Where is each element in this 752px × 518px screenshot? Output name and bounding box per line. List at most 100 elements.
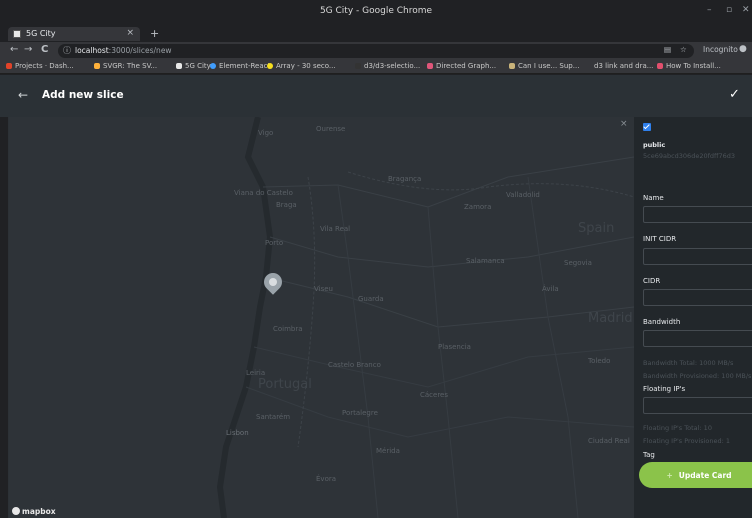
browser-toolbar: ← → C ⓘ localhost:3000/slices/new ▤ ☆ In… — [0, 42, 752, 60]
new-tab-button[interactable]: + — [150, 27, 159, 40]
bookmark-favicon-icon — [94, 63, 100, 69]
bookmark-favicon-icon — [210, 63, 216, 69]
bookmark-favicon-icon — [176, 63, 182, 69]
map-label: Guarda — [358, 295, 384, 303]
title-bar: 5G City - Google Chrome – ▫ ✕ — [0, 0, 752, 26]
forward-icon[interactable]: → — [24, 44, 32, 55]
bookmark-item[interactable]: Directed Graph... — [427, 62, 496, 70]
map-view[interactable]: × Vigo Ourense Braga Viana do Castelo Br… — [8, 117, 634, 518]
map-label: Segovia — [564, 259, 592, 267]
cidr-label: CIDR — [643, 277, 661, 285]
tab-close-icon[interactable]: × — [126, 28, 134, 38]
tag-label: Tag — [643, 451, 655, 459]
map-label: Vigo — [258, 129, 274, 137]
map-label: Portugal — [258, 377, 312, 392]
map-label: Madrid — [588, 311, 633, 326]
bookmark-item[interactable]: 5G City — [176, 62, 211, 70]
map-label: Braga — [276, 201, 297, 209]
map-label: Viana do Castelo — [234, 189, 293, 197]
site-info-icon[interactable]: ⓘ — [63, 45, 71, 56]
floating-ips-provisioned: Floating IP's Provisioned: 1 — [643, 437, 731, 445]
browser-window: 5G City - Google Chrome – ▫ ✕ 5G City × … — [0, 0, 752, 518]
url-path: :3000/slices/new — [108, 46, 172, 55]
back-icon[interactable]: ← — [10, 44, 18, 55]
slice-form-panel: public 5ce69abcd306de20fdff76d3 Name INI… — [634, 117, 752, 518]
floating-ips-field[interactable] — [643, 397, 752, 419]
back-arrow-icon[interactable]: ← — [18, 88, 28, 102]
page-title: Add new slice — [42, 89, 124, 101]
floating-ips-total: Floating IP's Total: 10 — [643, 424, 712, 432]
map-label: Toledo — [588, 357, 611, 365]
bookmark-item[interactable]: Can I use... Sup... — [509, 62, 579, 70]
bookmark-item[interactable]: d3 link and dra... — [594, 62, 653, 70]
public-checkbox[interactable] — [643, 123, 651, 131]
mapbox-logo-icon — [12, 507, 20, 515]
bookmark-item[interactable]: SVGR: The SV... — [94, 62, 157, 70]
init-cidr-field[interactable] — [643, 248, 752, 270]
slice-id-value: 5ce69abcd306de20fdff76d3 — [643, 152, 736, 160]
map-label: Castelo Branco — [328, 361, 381, 369]
map-label: Ciudad Real — [588, 437, 630, 445]
floating-ips-input[interactable] — [644, 403, 752, 419]
mapbox-attribution[interactable]: mapbox — [12, 507, 56, 516]
translate-icon[interactable]: ▤ — [664, 45, 671, 54]
map-label: Vila Real — [320, 225, 351, 233]
map-label: Plasencia — [438, 343, 471, 351]
bandwidth-total: Bandwidth Total: 1000 MB/s — [643, 359, 734, 367]
close-window-icon[interactable]: ✕ — [742, 5, 750, 15]
name-input[interactable] — [644, 212, 752, 228]
url-host: localhost — [75, 46, 109, 55]
init-cidr-input[interactable] — [644, 254, 752, 270]
address-url: localhost:3000/slices/new — [75, 46, 172, 55]
map-close-icon[interactable]: × — [620, 119, 628, 129]
incognito-icon[interactable]: ● — [739, 44, 747, 54]
map-label: Bragança — [388, 175, 422, 183]
init-cidr-label: INIT CIDR — [643, 235, 677, 243]
bookmark-favicon-icon — [6, 63, 12, 69]
map-label: Porto — [265, 239, 284, 247]
update-card-button[interactable]: + Update Card — [639, 462, 752, 488]
bandwidth-input[interactable] — [644, 336, 752, 352]
map-label: Portalegre — [342, 409, 378, 417]
map-label: Mérida — [376, 447, 400, 455]
tab-title: 5G City — [26, 29, 56, 38]
app-header: ← Add new slice ✓ — [0, 75, 752, 117]
bookmark-star-icon[interactable]: ☆ — [680, 45, 687, 54]
address-bar[interactable]: ⓘ localhost:3000/slices/new — [58, 44, 694, 58]
plus-icon: + — [666, 470, 673, 480]
bandwidth-field[interactable] — [643, 330, 752, 352]
cidr-field[interactable] — [643, 289, 752, 311]
map-roads — [8, 117, 634, 518]
bookmark-favicon-icon — [267, 63, 273, 69]
map-label: Cáceres — [420, 391, 449, 399]
bookmark-favicon-icon — [657, 63, 663, 69]
confirm-check-icon[interactable]: ✓ — [729, 87, 740, 102]
map-label: Évora — [316, 475, 337, 483]
bookmark-item[interactable]: Array - 30 seco... — [267, 62, 336, 70]
bookmarks-bar: Projects · Dash... SVGR: The SV... 5G Ci… — [0, 60, 752, 74]
bookmark-item[interactable]: Projects · Dash... — [6, 62, 74, 70]
cidr-input[interactable] — [644, 295, 752, 311]
public-label: public — [643, 141, 666, 149]
map-label: Valladolid — [506, 191, 540, 199]
bookmark-item[interactable]: Element-React — [210, 62, 270, 70]
map-label: Zamora — [464, 203, 492, 211]
minimize-icon[interactable]: – — [707, 5, 712, 15]
update-card-label: Update Card — [678, 470, 732, 480]
window-title: 5G City - Google Chrome — [319, 6, 433, 16]
map-label: Salamanca — [466, 257, 505, 265]
map-label: Ourense — [316, 125, 346, 133]
bookmark-favicon-icon — [355, 63, 361, 69]
floating-ips-label: Floating IP's — [643, 385, 686, 393]
name-field[interactable] — [643, 206, 752, 228]
maximize-icon[interactable]: ▫ — [726, 5, 732, 15]
bandwidth-provisioned: Bandwidth Provisioned: 100 MB/s — [643, 372, 752, 380]
bookmark-item[interactable]: d3/d3-selectio... — [355, 62, 420, 70]
map-label: Viseu — [314, 285, 333, 293]
bookmark-favicon-icon — [509, 63, 515, 69]
bookmark-item[interactable]: How To Install... — [657, 62, 721, 70]
bandwidth-label: Bandwidth — [643, 318, 681, 326]
browser-tab[interactable]: 5G City × — [8, 27, 140, 41]
map-label: Coimbra — [273, 325, 303, 333]
reload-icon[interactable]: C — [41, 44, 48, 55]
